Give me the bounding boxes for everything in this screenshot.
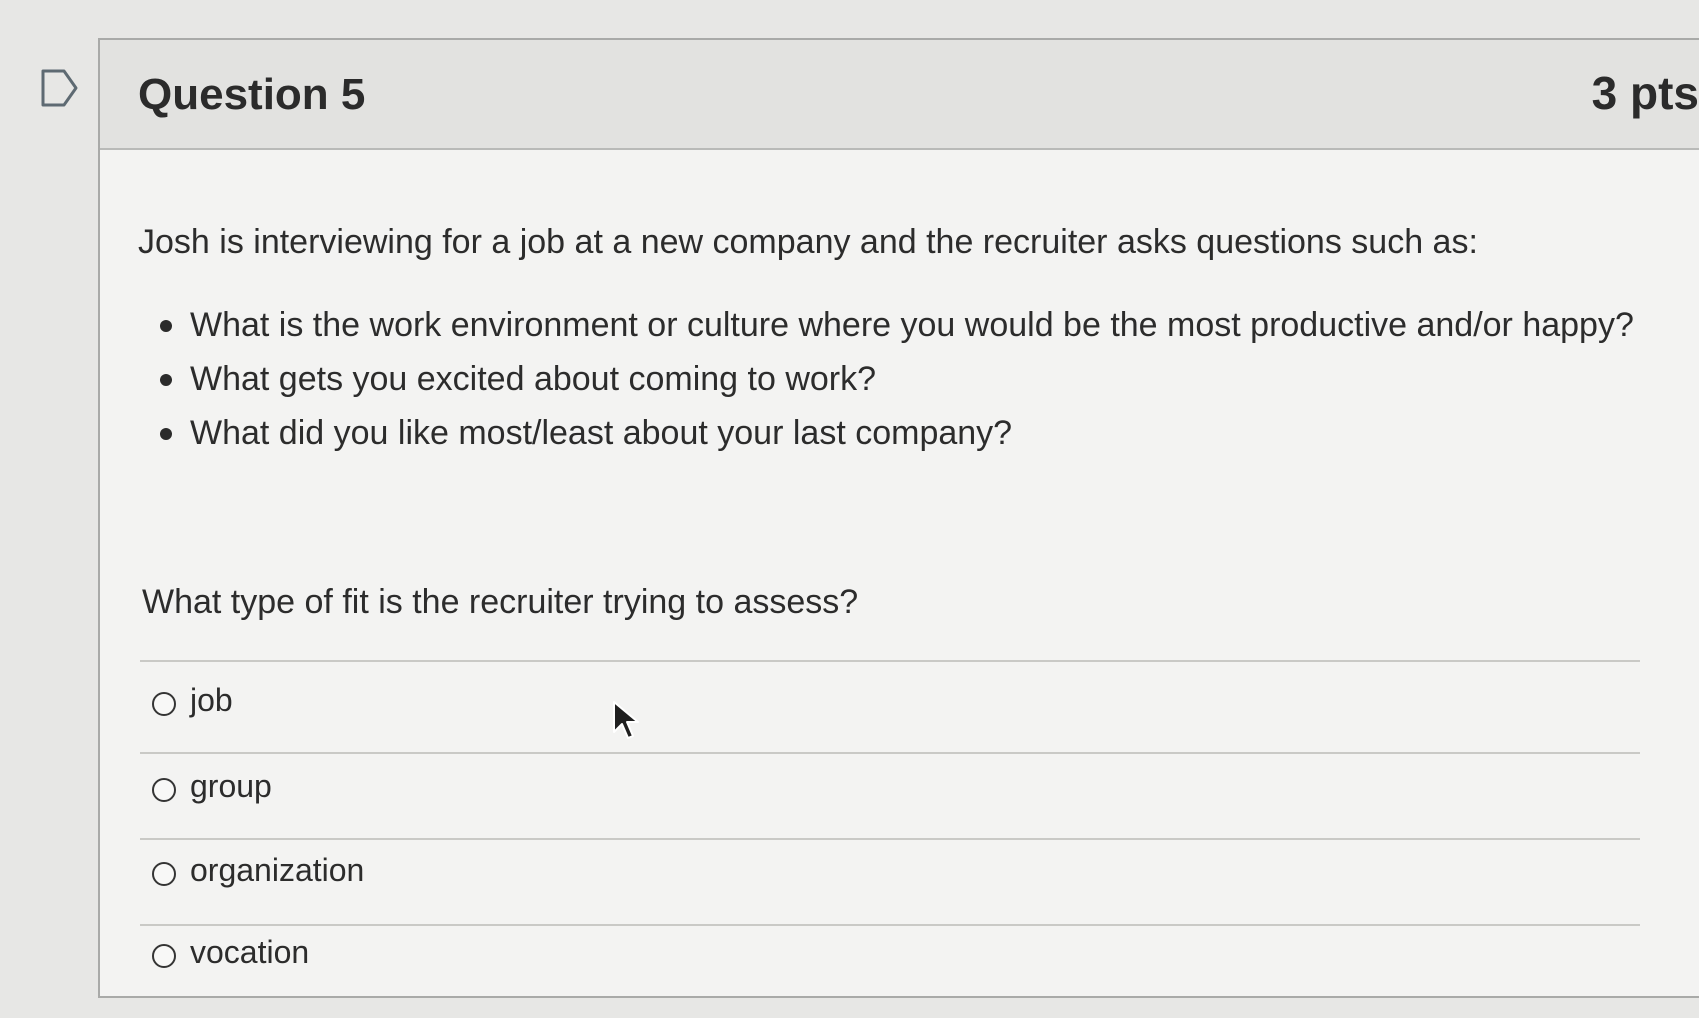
radio-button-icon[interactable]: [152, 778, 176, 802]
answer-divider: [140, 752, 1640, 754]
question-card: Question 5 3 pts Josh is interviewing fo…: [98, 38, 1699, 998]
example-question-2: What gets you excited about coming to wo…: [160, 354, 1699, 404]
answer-label-group[interactable]: group: [190, 768, 272, 805]
mouse-cursor-icon: [613, 701, 639, 739]
radio-button-icon[interactable]: [152, 862, 176, 886]
question-header: Question 5 3 pts: [100, 40, 1699, 150]
question-points: 3 pts: [1591, 67, 1699, 119]
answer-group[interactable]: group: [152, 764, 1632, 832]
answer-divider: [140, 660, 1640, 662]
question-intro: Josh is interviewing for a job at a new …: [138, 223, 1478, 261]
question-title: Question 5: [138, 70, 366, 119]
radio-button-icon[interactable]: [152, 944, 176, 968]
flag-icon[interactable]: [40, 68, 80, 108]
answer-divider: [140, 838, 1640, 840]
example-question-list: What is the work environment or culture …: [160, 300, 1699, 462]
answer-label-job[interactable]: job: [190, 682, 233, 719]
answer-divider: [140, 924, 1640, 926]
answer-label-vocation[interactable]: vocation: [190, 934, 309, 971]
example-question-3: What did you like most/least about your …: [160, 408, 1699, 458]
answer-label-organization[interactable]: organization: [190, 852, 364, 889]
question-ask: What type of fit is the recruiter trying…: [142, 583, 859, 621]
answer-job[interactable]: job: [152, 678, 1632, 746]
example-question-1: What is the work environment or culture …: [160, 300, 1699, 350]
radio-button-icon[interactable]: [152, 692, 176, 716]
answer-organization[interactable]: organization: [152, 848, 1632, 916]
answer-vocation[interactable]: vocation: [152, 930, 1632, 998]
